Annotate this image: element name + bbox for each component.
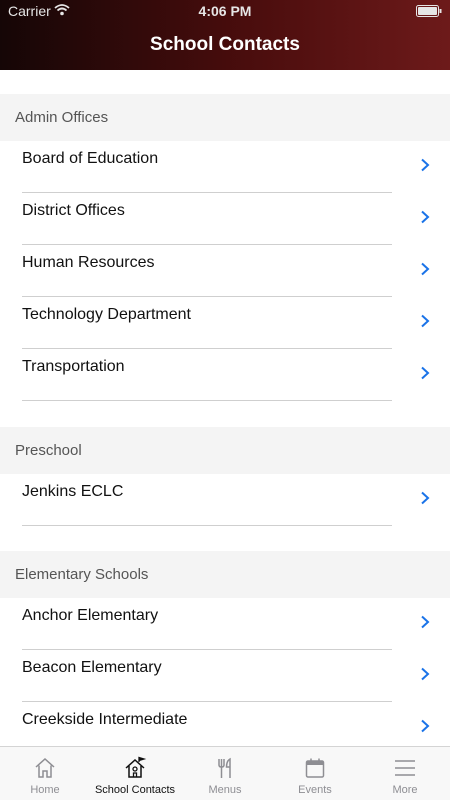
status-bar: Carrier 4:06 PM xyxy=(0,0,450,22)
list-item-district-offices[interactable]: District Offices xyxy=(0,193,450,245)
list-item-human-resources[interactable]: Human Resources xyxy=(0,245,450,297)
battery-icon xyxy=(416,5,442,17)
navigation-header: Carrier 4:06 PM School Contacts xyxy=(0,0,450,70)
list-item-beacon-elementary[interactable]: Beacon Elementary xyxy=(0,650,450,702)
list-item-transportation[interactable]: Transportation xyxy=(0,349,450,401)
list-item-label: Anchor Elementary xyxy=(22,607,159,624)
list-item-label: Transportation xyxy=(22,358,125,375)
list-item-label: Board of Education xyxy=(22,150,159,167)
school-icon xyxy=(125,756,147,778)
tab-bar: Home School Contacts Menus Events More xyxy=(0,746,450,800)
tab-home[interactable]: Home xyxy=(0,747,90,800)
page-title: School Contacts xyxy=(150,34,300,55)
section-header-elementary-schools: Elementary Schools xyxy=(0,551,450,598)
chevron-right-icon xyxy=(421,366,430,380)
list-item-creekside-intermediate[interactable]: Creekside Intermediate xyxy=(0,702,450,746)
tab-menus[interactable]: Menus xyxy=(180,747,270,800)
tab-label: Events xyxy=(298,784,332,796)
section-header-admin-offices: Admin Offices xyxy=(0,94,450,141)
list-item-label: Technology Department xyxy=(22,306,191,323)
list-item-board-of-education[interactable]: Board of Education xyxy=(0,141,450,193)
section-header-preschool: Preschool xyxy=(0,427,450,474)
chevron-right-icon xyxy=(421,667,430,681)
list-item-technology-department[interactable]: Technology Department xyxy=(0,297,450,349)
tab-label: Menus xyxy=(208,784,242,796)
row-divider xyxy=(22,400,392,401)
list-item-label: District Offices xyxy=(22,202,125,219)
chevron-right-icon xyxy=(421,314,430,328)
home-icon xyxy=(35,757,55,778)
menu-icon xyxy=(395,760,415,776)
list-item-label: Jenkins ECLC xyxy=(22,483,124,500)
chevron-right-icon xyxy=(421,158,430,172)
tab-label: More xyxy=(392,784,418,796)
list-item-anchor-elementary[interactable]: Anchor Elementary xyxy=(0,598,450,650)
chevron-right-icon xyxy=(421,719,430,733)
chevron-right-icon xyxy=(421,615,430,629)
chevron-right-icon xyxy=(421,262,430,276)
calendar-icon xyxy=(305,758,325,778)
list-item-label: Creekside Intermediate xyxy=(22,711,188,728)
chevron-right-icon xyxy=(421,491,430,505)
list-item-jenkins-eclc[interactable]: Jenkins ECLC xyxy=(0,474,450,526)
tab-label: Home xyxy=(30,784,60,796)
list-item-label: Human Resources xyxy=(22,254,155,271)
status-time: 4:06 PM xyxy=(198,3,252,19)
tab-school-contacts[interactable]: School Contacts xyxy=(90,747,180,800)
chevron-right-icon xyxy=(421,210,430,224)
utensils-icon xyxy=(218,757,231,778)
row-divider xyxy=(22,525,392,526)
tab-more[interactable]: More xyxy=(360,747,450,800)
tab-label: School Contacts xyxy=(94,784,176,796)
contacts-list[interactable]: Admin Offices Board of Education Distric… xyxy=(0,70,450,746)
list-item-label: Beacon Elementary xyxy=(22,659,162,676)
tab-events[interactable]: Events xyxy=(270,747,360,800)
